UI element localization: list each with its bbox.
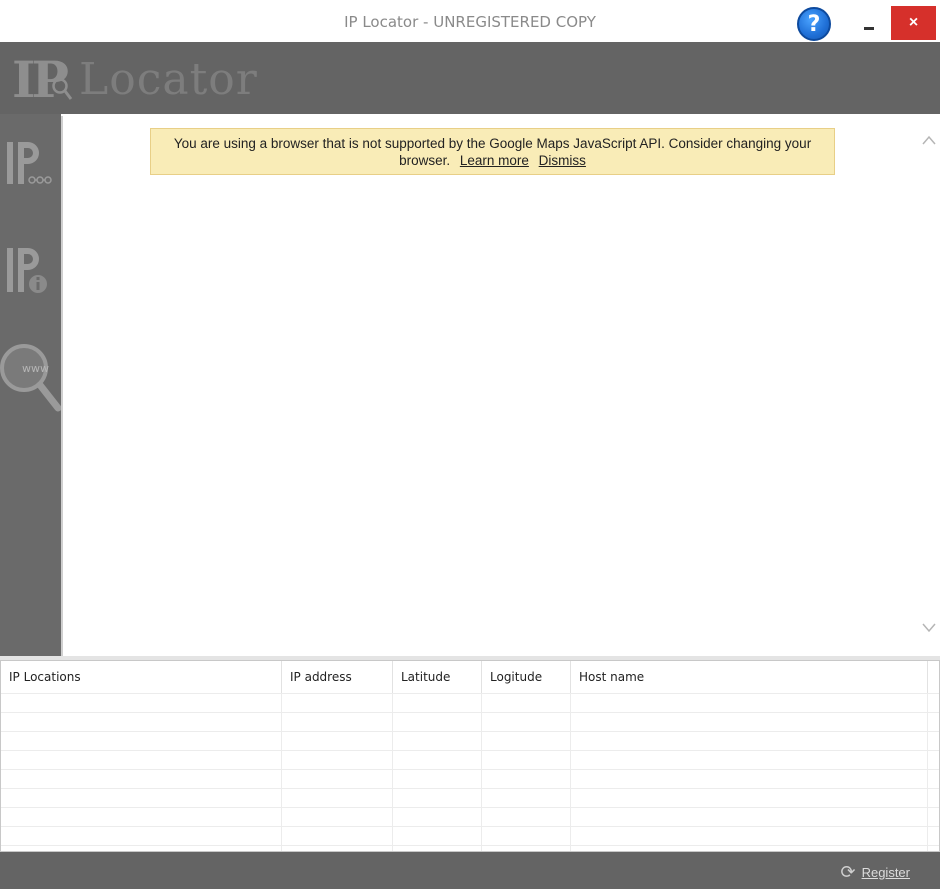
sidebar-item-ip-network[interactable] — [0, 134, 61, 214]
table-row[interactable] — [1, 731, 939, 751]
table-cell — [482, 732, 571, 751]
table-row[interactable] — [1, 807, 939, 827]
table-cell — [482, 751, 571, 770]
browser-warning-banner: You are using a browser that is not supp… — [150, 128, 835, 175]
table-cell — [1, 751, 282, 770]
table-cell — [571, 694, 928, 713]
app-header: IP Locator — [0, 42, 940, 114]
sidebar: www — [0, 114, 61, 658]
table-cell — [393, 732, 482, 751]
app-logo: IP Locator — [12, 49, 258, 109]
learn-more-link[interactable]: Learn more — [460, 153, 529, 168]
logo-ip: IP — [12, 49, 69, 109]
table-cell — [393, 827, 482, 846]
table-cell — [282, 808, 393, 827]
register-link[interactable]: ⟳ Register — [840, 862, 910, 883]
table-cell — [393, 808, 482, 827]
table-cell — [1, 694, 282, 713]
chevron-down-icon[interactable] — [922, 620, 936, 634]
column-host-name[interactable]: Host name — [571, 661, 928, 693]
table-cell — [393, 751, 482, 770]
table-cell — [571, 827, 928, 846]
table-cell — [282, 694, 393, 713]
table-cell — [282, 827, 393, 846]
help-icon: ? — [807, 11, 821, 37]
status-bar: ⟳ Register — [0, 852, 940, 889]
table-cell — [571, 751, 928, 770]
table-cell — [482, 827, 571, 846]
ip-network-icon — [7, 142, 52, 184]
table-body — [1, 693, 939, 851]
table-cell — [282, 713, 393, 732]
table-row[interactable] — [1, 750, 939, 770]
table-cell — [1, 713, 282, 732]
table-header: IP Locations IP address Latitude Logitud… — [1, 661, 939, 693]
table-cell — [393, 770, 482, 789]
table-cell — [571, 713, 928, 732]
table-cell — [282, 751, 393, 770]
table-cell — [393, 694, 482, 713]
column-ip-address[interactable]: IP address — [282, 661, 393, 693]
table-row[interactable] — [1, 845, 939, 851]
ip-info-icon — [7, 248, 49, 295]
table-row[interactable] — [1, 826, 939, 846]
sidebar-item-www-search[interactable]: www — [0, 340, 61, 420]
column-longitude[interactable]: Logitude — [482, 661, 571, 693]
title-bar: IP Locator - UNREGISTERED COPY ? × — [0, 0, 940, 42]
table-row[interactable] — [1, 693, 939, 713]
table-cell — [282, 770, 393, 789]
table-row[interactable] — [1, 769, 939, 789]
table-row[interactable] — [1, 788, 939, 808]
dismiss-link[interactable]: Dismiss — [539, 153, 586, 168]
table-cell — [571, 770, 928, 789]
table-cell — [282, 789, 393, 808]
table-cell — [482, 789, 571, 808]
table-cell — [282, 732, 393, 751]
table-cell — [482, 808, 571, 827]
table-cell — [1, 770, 282, 789]
table-cell — [1, 732, 282, 751]
www-label: www — [22, 362, 49, 375]
chevron-up-icon[interactable] — [922, 132, 936, 146]
table-cell — [393, 713, 482, 732]
sidebar-item-ip-info[interactable] — [0, 242, 61, 322]
ip-locations-table[interactable]: IP Locations IP address Latitude Logitud… — [0, 660, 940, 852]
logo-text: Locator — [79, 53, 258, 105]
table-cell — [482, 713, 571, 732]
refresh-icon: ⟳ — [840, 862, 856, 882]
column-ip-locations[interactable]: IP Locations — [1, 661, 282, 693]
table-cell — [1, 827, 282, 846]
map-view[interactable]: You are using a browser that is not supp… — [61, 116, 940, 656]
help-button[interactable]: ? — [797, 7, 831, 41]
table-cell — [393, 789, 482, 808]
table-cell — [482, 694, 571, 713]
table-cell — [1, 808, 282, 827]
table-cell — [571, 808, 928, 827]
table-cell — [571, 732, 928, 751]
register-label: Register — [861, 865, 910, 880]
close-button[interactable]: × — [891, 6, 936, 40]
table-cell — [1, 789, 282, 808]
table-row[interactable] — [1, 712, 939, 732]
minimize-button[interactable] — [851, 8, 887, 40]
www-search-icon: www — [0, 344, 61, 412]
table-cell — [571, 789, 928, 808]
table-cell — [482, 770, 571, 789]
column-latitude[interactable]: Latitude — [393, 661, 482, 693]
